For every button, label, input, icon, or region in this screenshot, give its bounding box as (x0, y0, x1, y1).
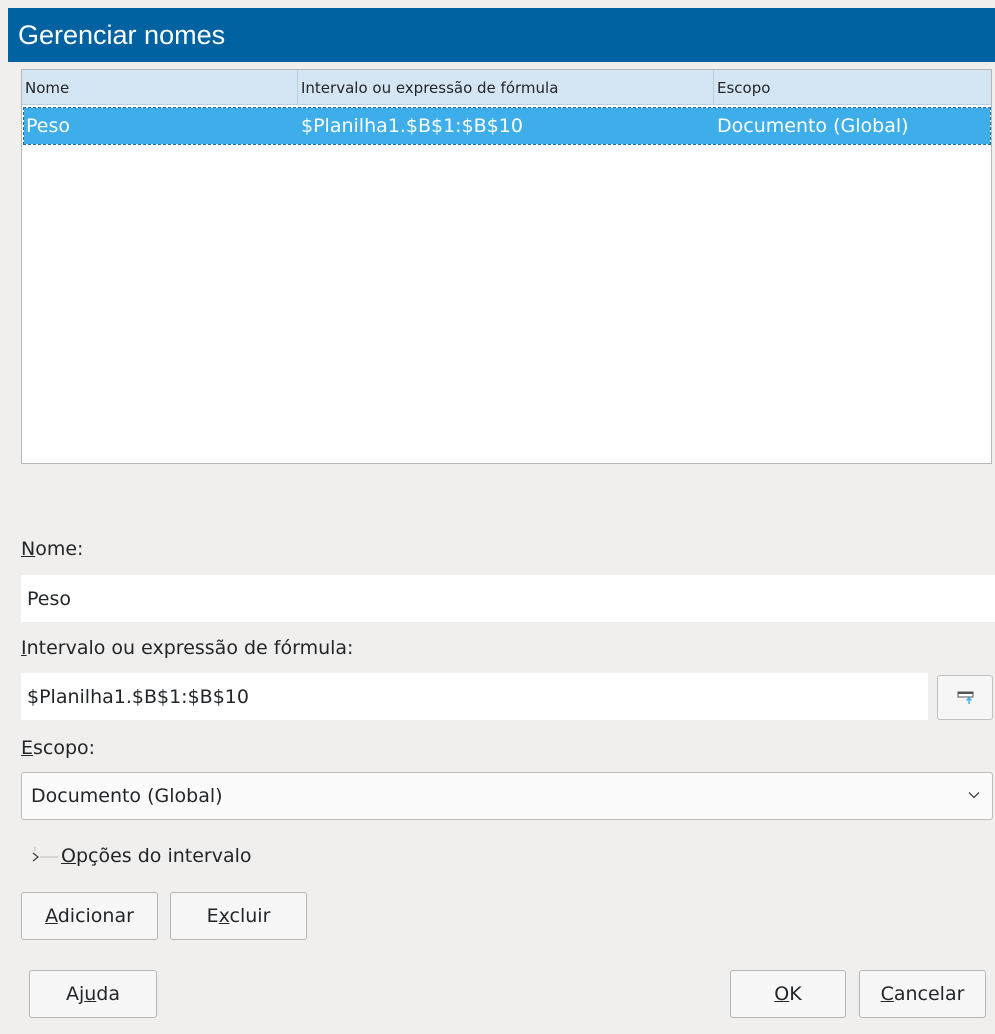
add-button[interactable]: Adicionar (21, 892, 158, 940)
chevron-down-icon (968, 792, 980, 799)
shrink-dialog-icon (957, 691, 974, 704)
help-button[interactable]: Ajuda (29, 970, 157, 1018)
scope-dropdown[interactable]: Documento (Global) (21, 772, 993, 820)
range-label: Intervalo ou expressão de fórmula: (21, 637, 354, 659)
scope-dropdown-value: Documento (Global) (31, 785, 223, 807)
shrink-button[interactable] (937, 675, 993, 720)
row-range: $Planilha1.$B$1:$B$10 (301, 115, 523, 137)
names-list[interactable]: Nome Intervalo ou expressão de fórmula E… (21, 69, 992, 464)
range-field-value: $Planilha1.$B$1:$B$10 (27, 686, 249, 708)
title-bar: Gerenciar nomes (8, 8, 995, 62)
cancel-button[interactable]: Cancelar (859, 970, 986, 1018)
name-field[interactable]: Peso (21, 575, 995, 622)
range-options-expander[interactable]: Opções do intervalo (30, 838, 290, 874)
expander-arrow-icon (32, 847, 58, 862)
range-options-label: Opções do intervalo (61, 845, 252, 867)
column-header-name[interactable]: Nome (22, 70, 297, 104)
range-field[interactable]: $Planilha1.$B$1:$B$10 (21, 673, 928, 720)
row-scope: Documento (Global) (717, 115, 909, 137)
name-field-value: Peso (27, 588, 71, 610)
scope-label: Escopo: (21, 737, 96, 759)
window-title: Gerenciar nomes (18, 20, 226, 50)
ok-button[interactable]: OK (730, 970, 846, 1018)
list-row-selected[interactable]: Peso $Planilha1.$B$1:$B$10 Documento (Gl… (23, 107, 991, 145)
delete-button[interactable]: Excluir (170, 892, 307, 940)
name-label: Nome: (21, 538, 84, 560)
row-name: Peso (26, 115, 70, 137)
list-header: Nome Intervalo ou expressão de fórmula E… (22, 70, 991, 105)
column-header-range[interactable]: Intervalo ou expressão de fórmula (297, 70, 713, 104)
column-header-scope[interactable]: Escopo (713, 70, 991, 104)
